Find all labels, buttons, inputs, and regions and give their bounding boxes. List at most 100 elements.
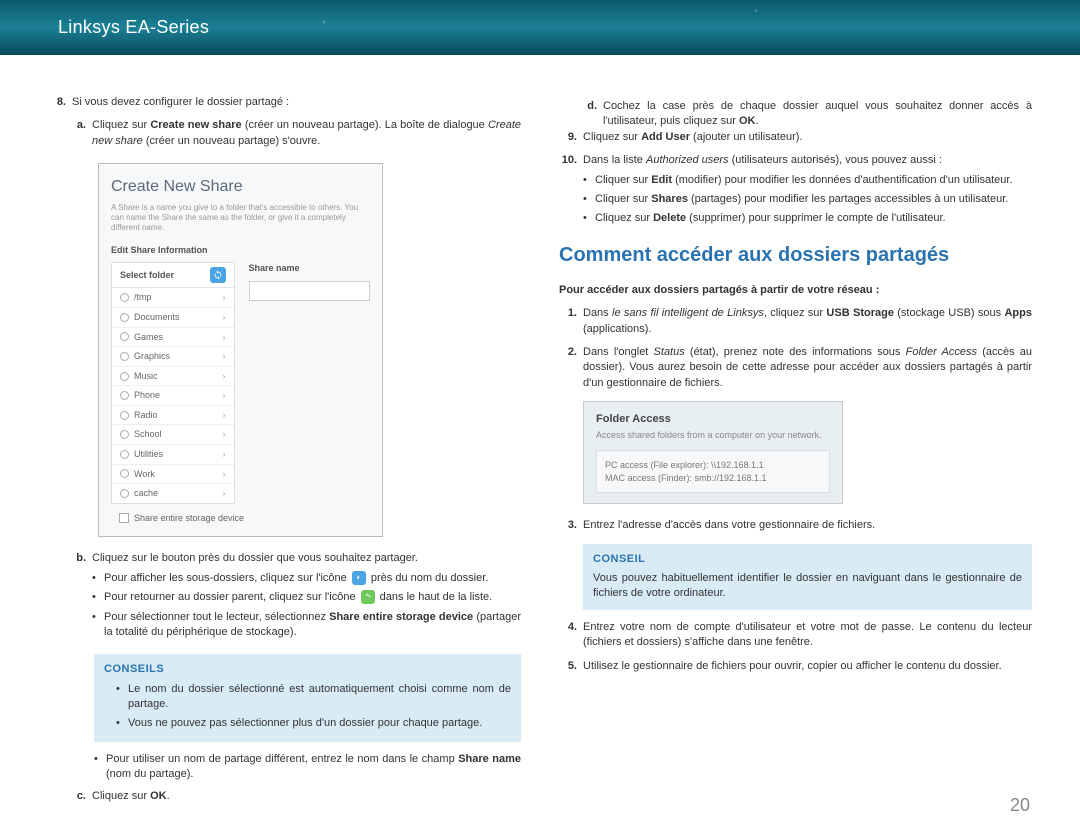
dialog-title: Create New Share [111,176,370,198]
chevron-right-icon[interactable]: › [223,448,226,461]
bold: Shares [651,193,688,205]
t: Pour sélectionner tout le lecteur, sélec… [104,611,329,623]
step-8d: d. Cochez la case près de chaque dossier… [583,99,1032,130]
refresh-icon[interactable] [210,267,226,283]
step-8c: c. Cliquez sur OK. [72,789,521,804]
radio-icon[interactable] [120,293,129,302]
t: Pour afficher les sous-dossiers, cliquez… [104,572,350,584]
folder-name: Radio [134,409,158,422]
bullet: Pour afficher les sous-dossiers, cliquez… [92,571,521,586]
access-step-4: 4. Entrez votre nom de compte d'utilisat… [559,620,1032,651]
bullet: Cliquez sur Delete (supprimer) pour supp… [583,211,1032,226]
t: Pour utiliser un nom de partage différen… [106,753,458,765]
tip-item: Vous ne pouvez pas sélectionner plus d'u… [116,716,511,731]
share-name-label: Share name [249,262,371,275]
radio-icon[interactable] [120,411,129,420]
radio-icon[interactable] [120,332,129,341]
text: Cliquez sur le bouton près du dossier qu… [92,552,418,564]
tips-list: Le nom du dossier sélectionné est automa… [104,682,511,731]
section-title: Comment accéder aux dossiers partagés [559,241,1032,269]
tip-title: CONSEIL [593,552,1022,567]
chevron-right-icon[interactable]: › [223,311,226,324]
bullet: Pour utiliser un nom de partage différen… [94,752,521,783]
access-step-3: 3. Entrez l'adresse d'accès dans votre g… [559,518,1032,533]
t: Cliquez sur [583,131,641,143]
bold: Edit [651,174,672,186]
radio-icon[interactable] [120,352,129,361]
folder-item[interactable]: School › [112,425,234,445]
folder-item[interactable]: Work› [112,465,234,485]
chevron-right-icon[interactable]: › [223,291,226,304]
dialog-content: Select folder /tmp›Documents›Games›Graph… [111,262,370,504]
t: Pour retourner au dossier parent, clique… [104,591,359,603]
chevron-right-icon[interactable]: › [223,331,226,344]
t: (applications). [583,323,651,335]
folder-name: Documents [134,311,180,324]
folder-name: School [134,428,162,441]
folder-item[interactable]: Music › [112,367,234,387]
letter: c. [72,789,92,804]
t: Dans la liste [583,154,646,166]
radio-icon[interactable] [120,372,129,381]
folder-item[interactable]: /tmp› [112,288,234,308]
radio-icon[interactable] [120,313,129,322]
chevron-right-icon[interactable]: › [223,487,226,500]
t: dans le haut de la liste. [377,591,493,603]
folder-item[interactable]: cache› [112,484,234,503]
page-header: Linksys EA-Series [0,0,1080,55]
t: Dans l'onglet [583,346,654,358]
intro: Pour accéder aux dossiers partagés à par… [559,283,1032,298]
folder-item[interactable]: Graphics› [112,347,234,367]
step-number: 1. [559,306,583,337]
t: (nom du partage). [106,768,193,780]
chevron-right-icon[interactable]: › [223,389,226,402]
bullet: Pour sélectionner tout le lecteur, sélec… [92,610,521,641]
chevron-right-icon[interactable]: › [223,350,226,363]
chevron-right-icon[interactable]: › [223,370,226,383]
folder-item[interactable]: Radio › [112,406,234,426]
radio-icon[interactable] [120,391,129,400]
radio-icon[interactable] [120,450,129,459]
share-entire-label: Share entire storage device [134,512,244,525]
bold: USB Storage [826,307,894,319]
bullet: Cliquer sur Shares (partages) pour modif… [583,192,1032,207]
folder-name: Phone [134,389,160,402]
access-step-2: 2. Dans l'onglet Status (état), prenez n… [559,345,1032,391]
t: Cliquez sur [595,212,653,224]
step-number: 3. [559,518,583,533]
tip-text: Vous pouvez habituellement identifier le… [593,571,1022,602]
folder-item[interactable]: Games › [112,328,234,348]
panel-title: Folder Access [596,412,830,427]
chevron-right-icon[interactable]: › [223,428,226,441]
folder-name: Games [134,331,163,344]
after-tip-bullets: Pour utiliser un nom de partage différen… [94,752,521,783]
chevron-right-icon[interactable]: › [223,409,226,422]
folder-item[interactable]: Documents › [112,308,234,328]
letter: a. [72,118,92,149]
share-entire-row[interactable]: Share entire storage device [111,504,370,527]
pc-access: PC access (File explorer): \\192.168.1.1 [605,459,821,472]
t: (partages) pour modifier les partages ac… [688,193,1008,205]
t: , cliquez sur [764,307,827,319]
folder-name: Music [134,370,158,383]
folder-name: Utilities [134,448,163,461]
radio-icon[interactable] [120,430,129,439]
step10-bullets: Cliquer sur Edit (modifier) pour modifie… [583,173,1032,227]
folder-item[interactable]: Utilities › [112,445,234,465]
share-name-input[interactable] [249,281,371,301]
bold: Delete [653,212,686,224]
page-number: 20 [1010,793,1030,818]
t: Cliquez sur [92,790,150,802]
header-title: Linksys EA-Series [58,15,209,40]
chevron-right-icon [352,571,366,585]
checkbox-icon[interactable] [119,513,129,523]
panel-desc: Access shared folders from a computer on… [596,429,830,442]
radio-icon[interactable] [120,469,129,478]
folder-item[interactable]: Phone › [112,386,234,406]
italic: Folder Access [906,346,977,358]
step-8: 8. Si vous devez configurer le dossier p… [48,95,521,110]
radio-icon[interactable] [120,489,129,498]
italic: Status [654,346,685,358]
italic: le sans fil intelligent de Linksys [612,307,764,319]
chevron-right-icon[interactable]: › [223,468,226,481]
